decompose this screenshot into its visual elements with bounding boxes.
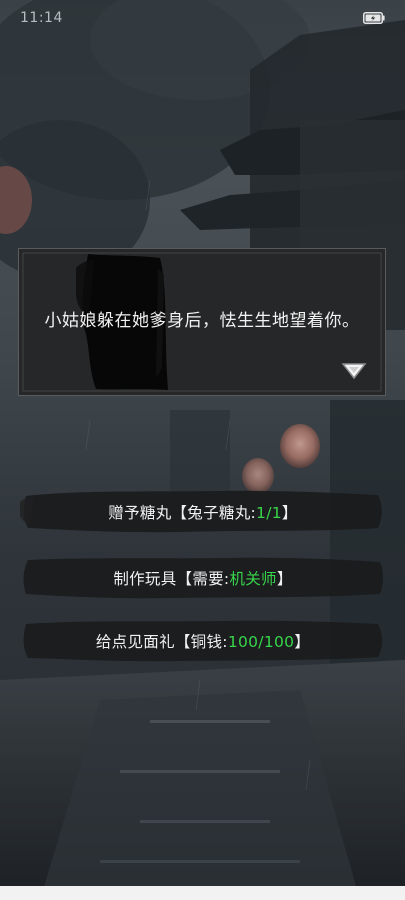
choice-meeting-gift-button[interactable]: 给点见面礼【铜钱:100/100】 — [20, 617, 386, 663]
rainy-street-illustration — [0, 0, 405, 900]
battery-charging-icon — [363, 12, 385, 24]
choice-gift-candy-button[interactable]: 赠予糖丸【兔子糖丸:1/1】 — [20, 488, 386, 534]
status-bar: 11:14 — [0, 0, 405, 36]
choice-highlight: 1/1 — [256, 504, 282, 522]
status-time: 11:14 — [20, 10, 63, 26]
background-scene — [0, 0, 405, 900]
choice-highlight: 机关师 — [229, 570, 277, 588]
triangle-down-icon[interactable] — [341, 362, 367, 380]
choice-make-toy-button[interactable]: 制作玩具【需要:机关师】 — [20, 554, 386, 600]
dialog-box[interactable]: 小姑娘躲在她爹身后，怯生生地望着你。 — [17, 247, 387, 397]
bottom-bar — [0, 886, 405, 900]
choice-label: 赠予糖丸【兔子糖丸:1/1】 — [108, 504, 298, 522]
choice-label: 制作玩具【需要:机关师】 — [113, 570, 293, 588]
dialog-text: 小姑娘躲在她爹身后，怯生生地望着你。 — [44, 311, 360, 331]
choice-label: 给点见面礼【铜钱:100/100】 — [95, 633, 311, 651]
choice-highlight: 100/100 — [227, 633, 295, 651]
